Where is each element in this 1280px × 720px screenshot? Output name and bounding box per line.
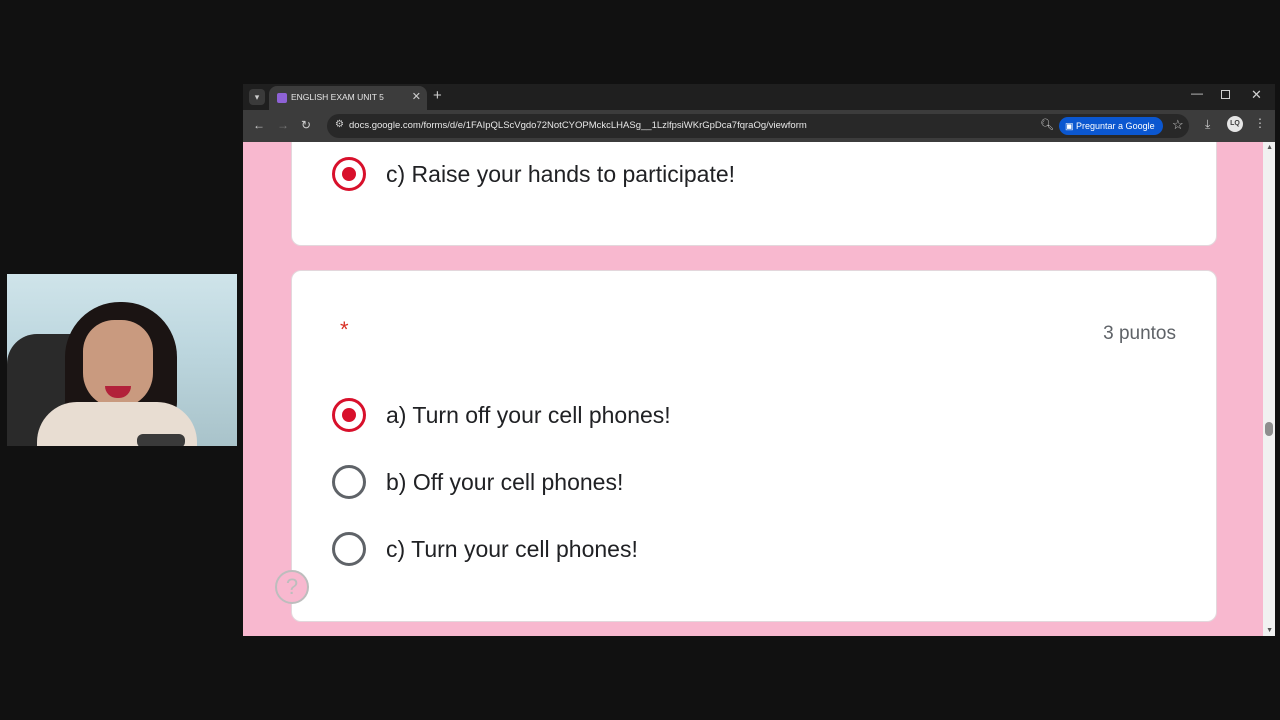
radio-button-selected[interactable] xyxy=(332,157,366,191)
scroll-down-icon[interactable]: ▼ xyxy=(1266,627,1273,634)
option-label: c) Turn your cell phones! xyxy=(386,535,638,562)
forms-favicon-icon xyxy=(277,93,287,103)
radio-button-selected[interactable] xyxy=(332,398,366,432)
option-label: c) Raise your hands to participate! xyxy=(386,160,736,187)
webcam-overlay xyxy=(7,274,237,446)
radio-option-c[interactable]: c) Turn your cell phones! xyxy=(332,531,638,567)
browser-window: ▾ ENGLISH EXAM UNIT 5 ✕ + — ✕ ← → ↻ ⚙ do… xyxy=(243,84,1275,636)
lens-icon: ▣ xyxy=(1065,121,1074,131)
window-close-icon[interactable]: ✕ xyxy=(1251,87,1262,103)
form-page: c) Raise your hands to participate! * 3 … xyxy=(243,142,1275,636)
address-bar[interactable]: ⚙ docs.google.com/forms/d/e/1FAIpQLScVgd… xyxy=(327,114,1189,138)
option-label: a) Turn off your cell phones! xyxy=(386,401,671,428)
back-arrow-icon[interactable]: ← xyxy=(253,118,265,132)
restore-icon[interactable] xyxy=(1221,90,1230,99)
tune-icon[interactable]: ⚙ xyxy=(335,119,344,130)
avatar[interactable]: LQ xyxy=(1227,116,1243,132)
help-icon[interactable]: ? xyxy=(275,570,309,604)
required-asterisk: * xyxy=(340,317,349,342)
download-icon[interactable]: ⤓ xyxy=(1205,117,1210,132)
tab-title: ENGLISH EXAM UNIT 5 xyxy=(291,92,384,102)
kebab-menu-icon[interactable]: ⋮ xyxy=(1254,116,1266,130)
browser-toolbar: ← → ↻ ⚙ docs.google.com/forms/d/e/1FAIpQ… xyxy=(243,110,1275,142)
page-scrollbar[interactable]: ▲ ▼ xyxy=(1263,142,1275,636)
option-label: b) Off your cell phones! xyxy=(386,468,624,495)
close-icon[interactable]: ✕ xyxy=(412,90,421,103)
radio-option-b[interactable]: b) Off your cell phones! xyxy=(332,464,623,500)
minimize-icon[interactable]: — xyxy=(1191,86,1203,100)
zoom-icon[interactable]: 🔍︎ xyxy=(1040,118,1054,131)
webcam-microphone xyxy=(137,434,185,446)
address-url[interactable]: docs.google.com/forms/d/e/1FAIpQLScVgdo7… xyxy=(349,120,807,131)
new-tab-plus-icon[interactable]: + xyxy=(433,87,442,104)
radio-option-a[interactable]: a) Turn off your cell phones! xyxy=(332,397,671,433)
reload-icon[interactable]: ↻ xyxy=(301,118,311,132)
ask-google-button[interactable]: ▣ Preguntar a Google xyxy=(1059,117,1163,135)
tab-english-exam[interactable]: ENGLISH EXAM UNIT 5 ✕ xyxy=(269,86,427,110)
question-card: * 3 puntos a) Turn off your cell phones!… xyxy=(291,270,1217,622)
chevron-down-icon[interactable]: ▾ xyxy=(249,89,265,105)
radio-button[interactable] xyxy=(332,465,366,499)
ask-google-label: Preguntar a Google xyxy=(1076,121,1155,131)
star-icon[interactable]: ☆ xyxy=(1172,117,1184,133)
radio-button[interactable] xyxy=(332,532,366,566)
radio-option-prev-c[interactable]: c) Raise your hands to participate! xyxy=(332,156,735,192)
tab-strip: ▾ ENGLISH EXAM UNIT 5 ✕ + — ✕ xyxy=(243,84,1275,110)
forward-arrow-icon[interactable]: → xyxy=(277,118,289,132)
points-label: 3 puntos xyxy=(1103,323,1176,344)
scroll-thumb[interactable] xyxy=(1265,422,1273,436)
scroll-up-icon[interactable]: ▲ xyxy=(1266,144,1273,151)
previous-question-card: c) Raise your hands to participate! xyxy=(291,142,1217,246)
